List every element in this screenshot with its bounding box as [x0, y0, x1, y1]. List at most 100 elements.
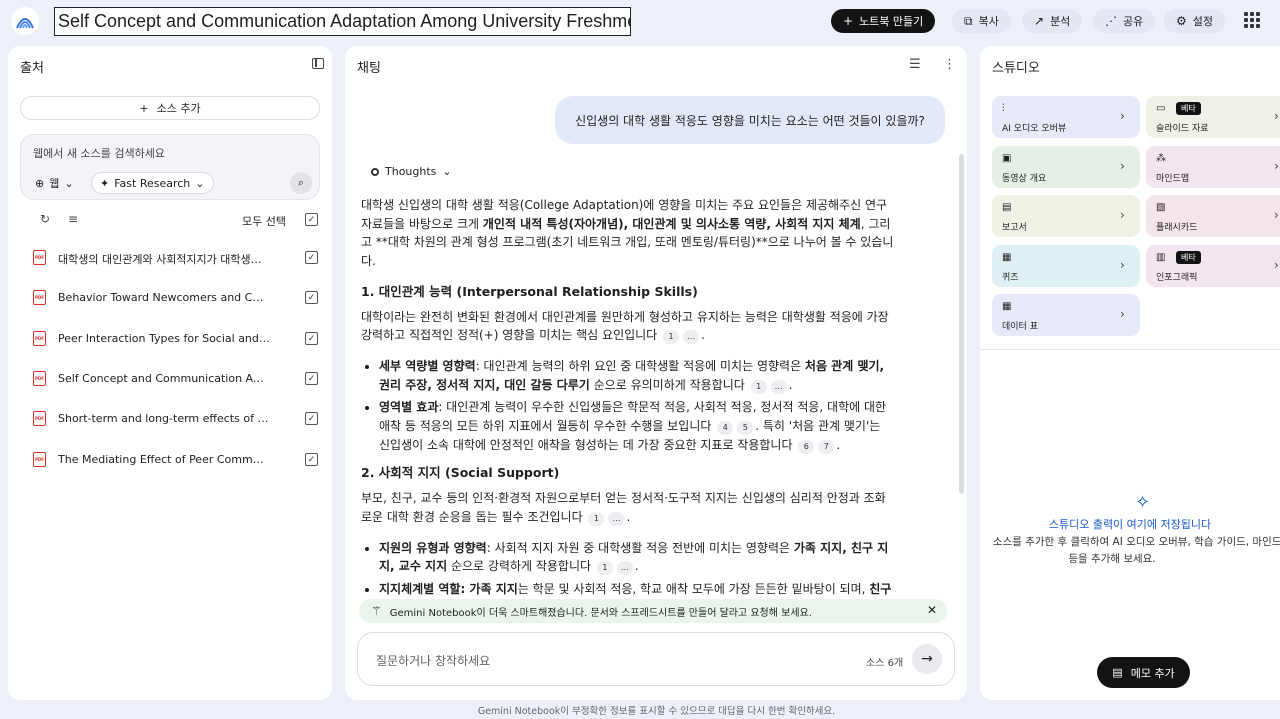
source-item[interactable]: PDF Behavior Toward Newcomers and Contri… — [20, 287, 320, 309]
copy-label: 복사 — [978, 15, 999, 28]
citation-more-chip[interactable]: … — [770, 379, 787, 394]
source-checkbox[interactable]: ✓ — [305, 251, 318, 264]
app-logo[interactable] — [11, 7, 39, 35]
create-notebook-label: 노트북 만들기 — [859, 15, 924, 28]
card-label: 퀴즈 — [1002, 273, 1019, 283]
close-icon[interactable]: ✕ — [927, 603, 937, 617]
chevron-down-icon: ⌄ — [195, 176, 205, 190]
source-item[interactable]: PDF 대학생의 대인관계와 사회적지지가 대학생활 적응에 미치는 영향 ✓ — [20, 247, 320, 269]
collapse-panel-icon[interactable] — [312, 58, 324, 69]
notebook-title-input[interactable]: Self Concept and Communication Adaptatio… — [54, 7, 631, 36]
settings-button[interactable]: ⚙ 설정 — [1164, 9, 1226, 33]
add-memo-label: 메모 추가 — [1130, 666, 1175, 680]
source-name: Short-term and long-term effects of a so… — [58, 412, 270, 425]
chevron-right-icon: › — [1274, 159, 1279, 173]
sparkle-search-icon: ✦ — [100, 176, 110, 190]
citation-more-chip[interactable]: … — [683, 330, 700, 345]
source-checkbox[interactable]: ✓ — [305, 412, 318, 425]
analytics-button[interactable]: ↗ 분석 — [1022, 9, 1083, 33]
trend-icon: ↗ — [1034, 14, 1045, 28]
infographic-icon: ▥ — [1156, 252, 1166, 263]
studio-card-data-table[interactable]: ▦ 데이터 표 › — [992, 294, 1140, 336]
fast-research-chip[interactable]: ✦ Fast Research ⌄ — [91, 172, 214, 194]
bullet-text: : 대인관계 능력의 하위 요인 중 대학생활 적응에 미치는 영향력은 — [475, 358, 805, 373]
chevron-down-icon: ⌄ — [442, 165, 452, 178]
chevron-down-icon: ⌄ — [64, 176, 74, 190]
source-checkbox[interactable]: ✓ — [305, 453, 318, 466]
report-icon: ▤ — [1002, 202, 1012, 213]
chat-panel-title: 채팅 — [357, 61, 381, 76]
studio-card-infographic[interactable]: ▥ 베타 인포그래픽 › — [1146, 245, 1280, 287]
source-item[interactable]: PDF The Mediating Effect of Peer Communi… — [20, 449, 320, 471]
citation-chip[interactable]: 1 — [596, 561, 613, 576]
add-source-button[interactable]: + 소스 추가 — [20, 96, 320, 120]
studio-card-slides[interactable]: ▭ 베타 슬라이드 자료 › — [1146, 96, 1280, 138]
add-memo-button[interactable]: ▤ 메모 추가 — [1097, 657, 1190, 688]
thoughts-icon — [371, 167, 379, 176]
source-name: 대학생의 대인관계와 사회적지지가 대학생활 적응에 미치는 영향 — [58, 253, 270, 266]
list-item: 세부 역량별 영향력: 대인관계 능력의 하위 요인 중 대학생활 적응에 미치… — [379, 357, 895, 394]
citation-chip[interactable]: 6 — [798, 439, 815, 454]
search-submit-button[interactable]: ⌕ — [290, 172, 312, 194]
web-search-input[interactable]: 웹에서 새 소스를 검색하세요 — [33, 145, 165, 161]
source-count: 소스 6개 — [866, 658, 904, 669]
studio-card-video-overview[interactable]: ▣ 동영상 개요 › — [992, 146, 1140, 188]
card-label: 플래시카드 — [1156, 223, 1198, 233]
intro-bold: 개인적 내적 특성(자아개념), 대인관계 및 의사소통 역량, 사회적 지지 … — [482, 216, 861, 231]
studio-card-flashcards[interactable]: ▧ 플래시카드 › — [1146, 195, 1280, 237]
citation-more-chip[interactable]: … — [616, 561, 633, 576]
analytics-label: 분석 — [1050, 15, 1071, 28]
citation-more-chip[interactable]: … — [608, 511, 625, 526]
chat-input[interactable]: 질문하거나 창작하세요 소스 6개 → — [357, 632, 955, 686]
thoughts-toggle[interactable]: Thoughts ⌄ — [371, 165, 452, 178]
table-icon: ▦ — [1002, 301, 1012, 312]
magic-wand-icon: ✧ — [1135, 492, 1151, 513]
citation-chip[interactable]: 5 — [737, 421, 754, 436]
empty-desc-line: 소스를 추가한 후 클릭하여 AI 오디오 오버뷰, 학습 가이드, 마인드맵 — [992, 536, 1280, 548]
refresh-icon[interactable]: ↻ — [40, 212, 50, 226]
pdf-icon: PDF — [33, 411, 46, 426]
sort-icon[interactable]: ≡ — [68, 212, 78, 226]
slides-icon: ▭ — [1156, 103, 1166, 114]
source-item[interactable]: PDF Short-term and long-term effects of … — [20, 408, 320, 430]
send-button[interactable]: → — [912, 644, 942, 674]
bullet-text-end: 순으로 강력하게 작용합니다 — [447, 559, 592, 574]
source-checkbox[interactable]: ✓ — [305, 372, 318, 385]
apps-grid-icon[interactable] — [1244, 12, 1260, 28]
source-checkbox[interactable]: ✓ — [305, 291, 318, 304]
chevron-right-icon: › — [1120, 258, 1125, 272]
source-item[interactable]: PDF Self Concept and Communication Adapt… — [20, 368, 320, 390]
tune-icon[interactable]: ☰ — [909, 57, 921, 72]
pdf-icon: PDF — [33, 250, 46, 265]
card-label: 보고서 — [1002, 223, 1027, 233]
source-checkbox[interactable]: ✓ — [305, 332, 318, 345]
section-1-list: 세부 역량별 영향력: 대인관계 능력의 하위 요인 중 대학생활 적응에 미치… — [379, 357, 895, 455]
source-item[interactable]: PDF Peer Interaction Types for Social an… — [20, 328, 320, 350]
answer-intro: 대학생 신입생의 대학 생활 적응(College Adaptation)에 영… — [361, 196, 895, 271]
more-vert-icon[interactable]: ⋮ — [943, 57, 956, 72]
bullet-head: 세부 역량별 영향력 — [379, 358, 476, 373]
plus-icon: + — [843, 14, 854, 28]
studio-divider — [980, 349, 1280, 350]
citation-chip[interactable]: 1 — [663, 330, 680, 345]
citation-chip[interactable]: 1 — [588, 511, 605, 526]
section-1-text: 대학이라는 완전히 변화된 환경에서 대인관계를 원만하게 형성하고 유지하는 … — [361, 309, 889, 343]
web-chip[interactable]: ⊕ 웹 ⌄ — [27, 172, 82, 194]
citation-chip[interactable]: 1 — [750, 379, 767, 394]
globe-icon: ⊕ — [35, 176, 45, 190]
copy-button[interactable]: ⧉ 복사 — [952, 9, 1011, 33]
studio-card-mindmap[interactable]: ⁂ 마인드맵 › — [1146, 146, 1280, 188]
select-all-checkbox[interactable]: ✓ — [305, 213, 318, 226]
create-notebook-button[interactable]: + 노트북 만들기 — [831, 9, 936, 33]
card-label: AI 오디오 오버뷰 — [1002, 124, 1067, 134]
studio-panel-title: 스튜디오 — [992, 61, 1040, 76]
citation-chip[interactable]: 7 — [818, 439, 835, 454]
studio-card-report[interactable]: ▤ 보고서 › — [992, 195, 1140, 237]
citation-chip[interactable]: 4 — [717, 421, 734, 436]
source-name: Peer Interaction Types for Social and Ac… — [58, 332, 270, 345]
share-button[interactable]: ⋰ 공유 — [1093, 9, 1156, 33]
video-icon: ▣ — [1002, 153, 1012, 164]
chat-scrollbar[interactable] — [959, 154, 964, 494]
studio-card-quiz[interactable]: ▦ 퀴즈 › — [992, 245, 1140, 287]
studio-card-audio-overview[interactable]: ⫶ AI 오디오 오버뷰 › — [992, 96, 1140, 138]
